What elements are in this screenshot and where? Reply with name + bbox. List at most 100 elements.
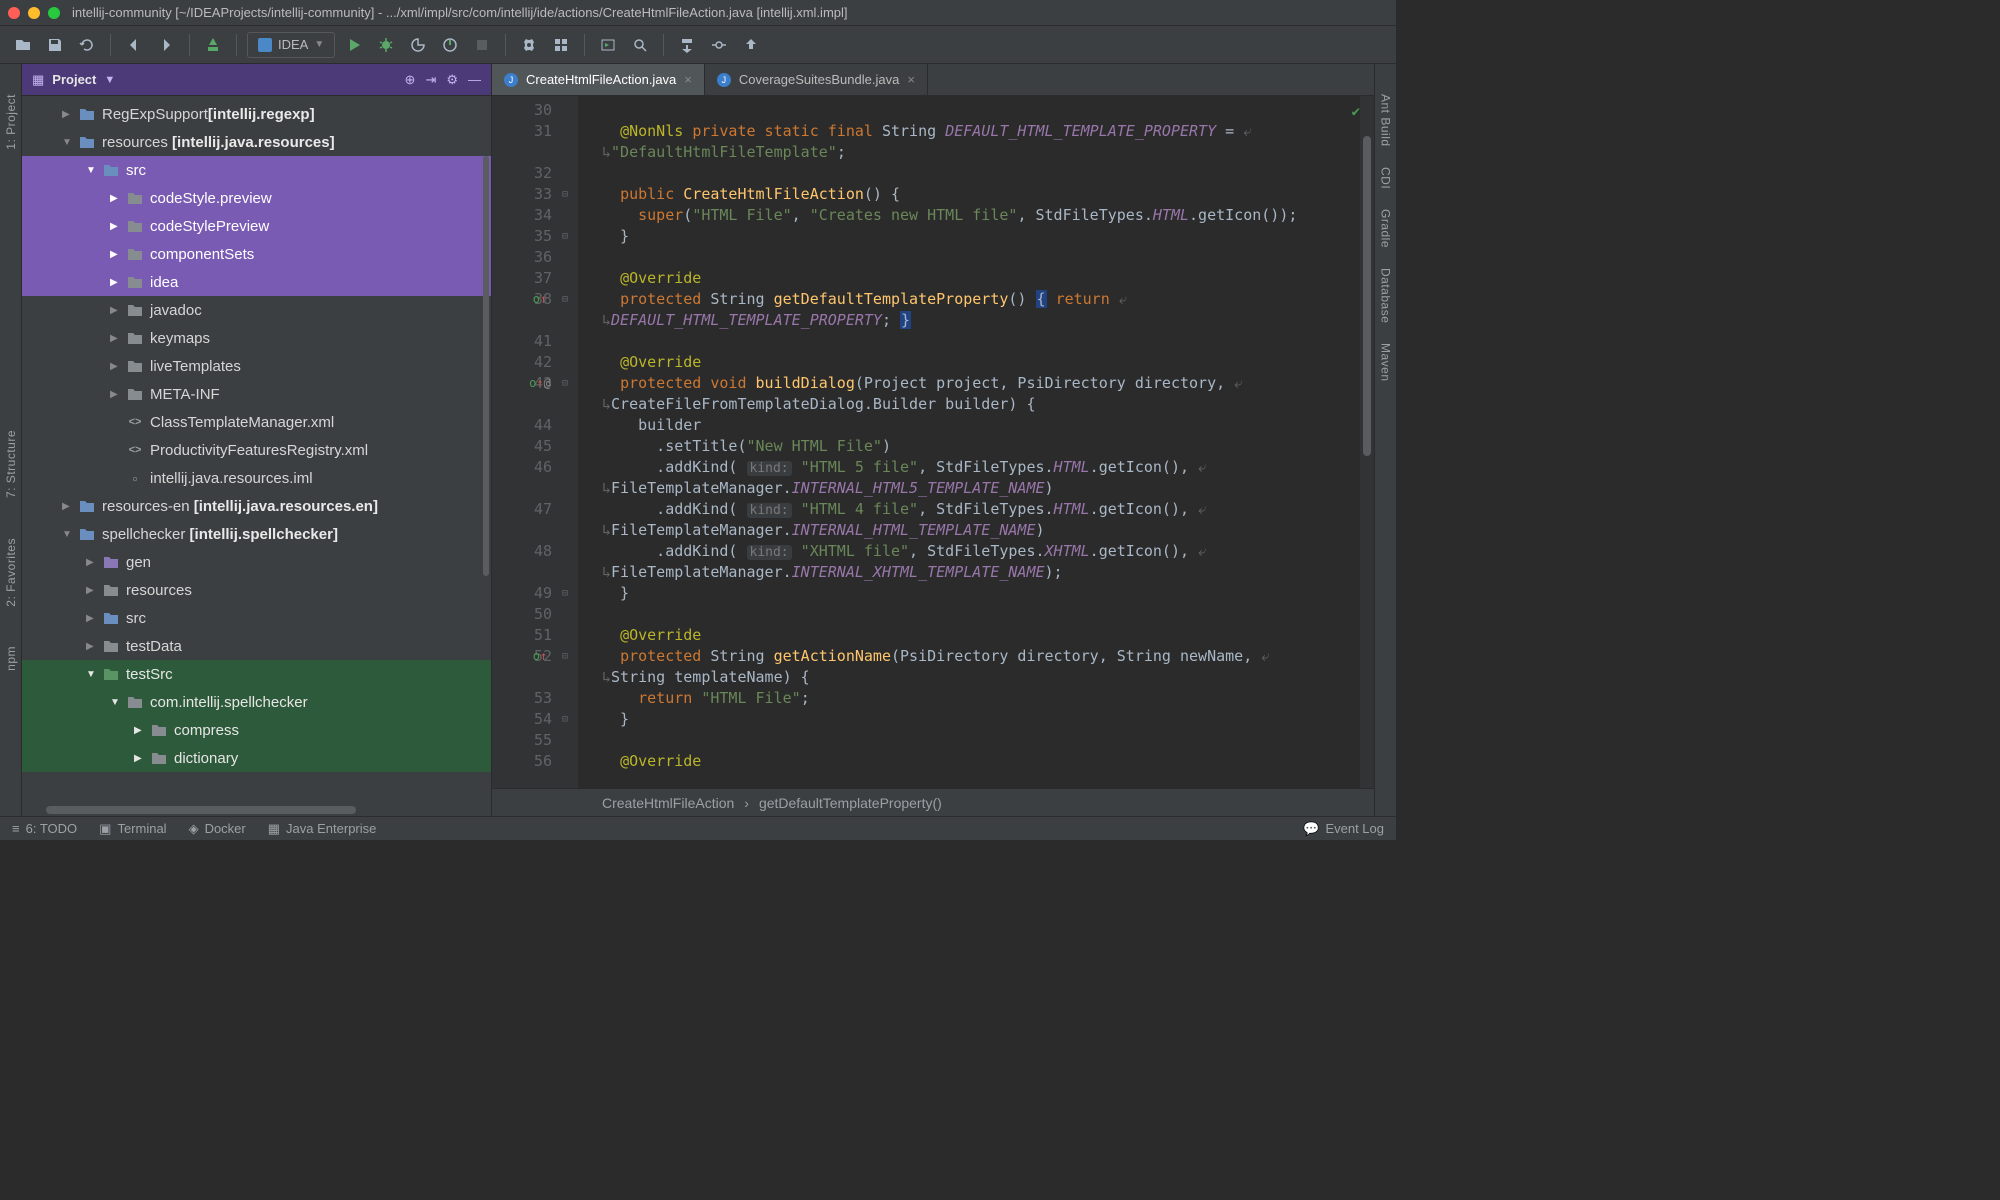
tree-horizontal-scrollbar[interactable] (22, 804, 491, 816)
code-line[interactable]: ↳FileTemplateManager.INTERNAL_XHTML_TEMP… (602, 562, 1374, 583)
tree-chevron-icon[interactable]: ▼ (110, 697, 124, 708)
tool-database[interactable]: Database (1379, 268, 1393, 323)
javaee-tool[interactable]: ▦Java Enterprise (268, 821, 377, 837)
code-line[interactable]: @NonNls private static final String DEFA… (602, 121, 1374, 142)
code-area[interactable]: o↑o↑ @o↑ ⊟⊟⊟⊟⊟⊟⊟ 30313233343536373841424… (492, 96, 1374, 788)
tree-chevron-icon[interactable]: ▶ (110, 193, 124, 204)
code-line[interactable]: .setTitle("New HTML File") (602, 436, 1374, 457)
tree-node[interactable]: ▶ gen (22, 548, 491, 576)
code-line[interactable]: protected String getDefaultTemplatePrope… (602, 289, 1374, 310)
todo-tool[interactable]: ≡6: TODO (12, 821, 77, 836)
tree-node[interactable]: ▼ spellchecker [intellij.spellchecker] (22, 520, 491, 548)
fold-icon[interactable]: ⊟ (558, 583, 572, 604)
tree-chevron-icon[interactable]: ▶ (110, 305, 124, 316)
close-tab-icon[interactable]: × (907, 72, 915, 87)
fold-icon[interactable]: ⊟ (558, 646, 572, 667)
tool-project[interactable]: 1: Project (4, 94, 18, 150)
tool-structure[interactable]: 7: Structure (4, 430, 18, 498)
collapse-icon[interactable]: ⇥ (425, 72, 436, 88)
vcs-push-icon[interactable] (738, 32, 764, 58)
tree-node[interactable]: <> ClassTemplateManager.xml (22, 408, 491, 436)
tree-node[interactable]: ▼ resources [intellij.java.resources] (22, 128, 491, 156)
search-icon[interactable] (627, 32, 653, 58)
tree-node[interactable]: ▶ javadoc (22, 296, 491, 324)
override-gutter-icon[interactable]: o↑ @ (528, 373, 552, 394)
project-tree[interactable]: ▶ RegExpSupport[intellij.regexp]▼ resour… (22, 96, 491, 816)
gear-icon[interactable]: ⚙ (446, 72, 458, 88)
tree-chevron-icon[interactable]: ▶ (110, 221, 124, 232)
code-line[interactable]: ↳FileTemplateManager.INTERNAL_HTML_TEMPL… (602, 520, 1374, 541)
tree-node[interactable]: ▶ RegExpSupport[intellij.regexp] (22, 100, 491, 128)
project-structure-icon[interactable] (548, 32, 574, 58)
profile-icon[interactable] (437, 32, 463, 58)
code-text[interactable]: @NonNls private static final String DEFA… (578, 96, 1374, 788)
maximize-window-icon[interactable] (48, 7, 60, 19)
code-line[interactable]: protected String getActionName(PsiDirect… (602, 646, 1374, 667)
editor-tab[interactable]: J CreateHtmlFileAction.java × (492, 64, 705, 95)
tree-chevron-icon[interactable]: ▼ (86, 165, 100, 176)
tree-node[interactable]: ▶ resources-en [intellij.java.resources.… (22, 492, 491, 520)
code-line[interactable]: @Override (602, 268, 1374, 289)
code-line[interactable] (602, 163, 1374, 184)
locate-icon[interactable]: ⊕ (405, 72, 416, 88)
fold-icon[interactable]: ⊟ (558, 226, 572, 247)
tool-ant[interactable]: Ant Build (1379, 94, 1393, 147)
run-config-selector[interactable]: IDEA ▼ (247, 32, 335, 58)
breadcrumbs[interactable]: CreateHtmlFileAction › getDefaultTemplat… (492, 788, 1374, 816)
tool-cdi[interactable]: CDI (1379, 167, 1393, 189)
close-tab-icon[interactable]: × (684, 72, 692, 87)
stop-icon[interactable] (469, 32, 495, 58)
tree-node[interactable]: ▶ liveTemplates (22, 352, 491, 380)
tool-maven[interactable]: Maven (1379, 343, 1393, 382)
code-line[interactable]: } (602, 583, 1374, 604)
tree-node[interactable]: ▶ componentSets (22, 240, 491, 268)
tree-node[interactable]: ▶ idea (22, 268, 491, 296)
code-line[interactable] (602, 247, 1374, 268)
tree-node[interactable]: ▶ META-INF (22, 380, 491, 408)
code-line[interactable] (602, 100, 1374, 121)
vcs-commit-icon[interactable] (706, 32, 732, 58)
settings-icon[interactable] (516, 32, 542, 58)
tree-node[interactable]: ▶ keymaps (22, 324, 491, 352)
tree-vertical-scrollbar[interactable] (481, 96, 491, 816)
code-line[interactable]: ↳DEFAULT_HTML_TEMPLATE_PROPERTY; } (602, 310, 1374, 331)
tree-chevron-icon[interactable]: ▶ (134, 725, 148, 736)
tree-node[interactable]: ▶ testData (22, 632, 491, 660)
tree-chevron-icon[interactable]: ▶ (110, 361, 124, 372)
tree-chevron-icon[interactable]: ▶ (134, 753, 148, 764)
run-icon[interactable] (341, 32, 367, 58)
tree-node[interactable]: ▼ com.intellij.spellchecker (22, 688, 491, 716)
tree-node[interactable]: ▼ testSrc (22, 660, 491, 688)
tree-chevron-icon[interactable]: ▶ (86, 641, 100, 652)
code-line[interactable]: } (602, 226, 1374, 247)
tree-chevron-icon[interactable]: ▶ (86, 613, 100, 624)
tree-chevron-icon[interactable]: ▶ (86, 585, 100, 596)
override-gutter-icon[interactable]: o↑ (528, 646, 552, 667)
breadcrumb-class[interactable]: CreateHtmlFileAction (602, 795, 734, 811)
fold-icon[interactable]: ⊟ (558, 184, 572, 205)
tool-npm[interactable]: npm (4, 646, 18, 671)
override-gutter-icon[interactable]: o↑ (528, 289, 552, 310)
code-line[interactable]: .addKind( kind: "HTML 5 file", StdFileTy… (602, 457, 1374, 478)
editor-vertical-scrollbar[interactable] (1360, 96, 1374, 788)
breadcrumb-method[interactable]: getDefaultTemplateProperty() (759, 795, 942, 811)
tree-chevron-icon[interactable]: ▶ (62, 501, 76, 512)
tree-node[interactable]: ▶ codeStyle.preview (22, 184, 491, 212)
project-header[interactable]: ▦ Project ▼ ⊕ ⇥ ⚙ — (22, 64, 491, 96)
code-line[interactable]: .addKind( kind: "HTML 4 file", StdFileTy… (602, 499, 1374, 520)
code-line[interactable]: protected void buildDialog(Project proje… (602, 373, 1374, 394)
tree-chevron-icon[interactable]: ▼ (62, 529, 76, 540)
docker-tool[interactable]: ◈Docker (189, 821, 246, 837)
tree-node[interactable]: ▶ resources (22, 576, 491, 604)
tree-node[interactable]: ▶ dictionary (22, 744, 491, 772)
code-line[interactable]: @Override (602, 625, 1374, 646)
event-log[interactable]: 💬Event Log (1303, 821, 1384, 837)
tree-node[interactable]: ▶ compress (22, 716, 491, 744)
fold-icon[interactable]: ⊟ (558, 709, 572, 730)
code-line[interactable]: ↳"DefaultHtmlFileTemplate"; (602, 142, 1374, 163)
code-line[interactable]: .addKind( kind: "XHTML file", StdFileTyp… (602, 541, 1374, 562)
tree-node[interactable]: ▫ intellij.java.resources.iml (22, 464, 491, 492)
code-line[interactable]: ↳CreateFileFromTemplateDialog.Builder bu… (602, 394, 1374, 415)
coverage-icon[interactable] (405, 32, 431, 58)
code-line[interactable]: return "HTML File"; (602, 688, 1374, 709)
